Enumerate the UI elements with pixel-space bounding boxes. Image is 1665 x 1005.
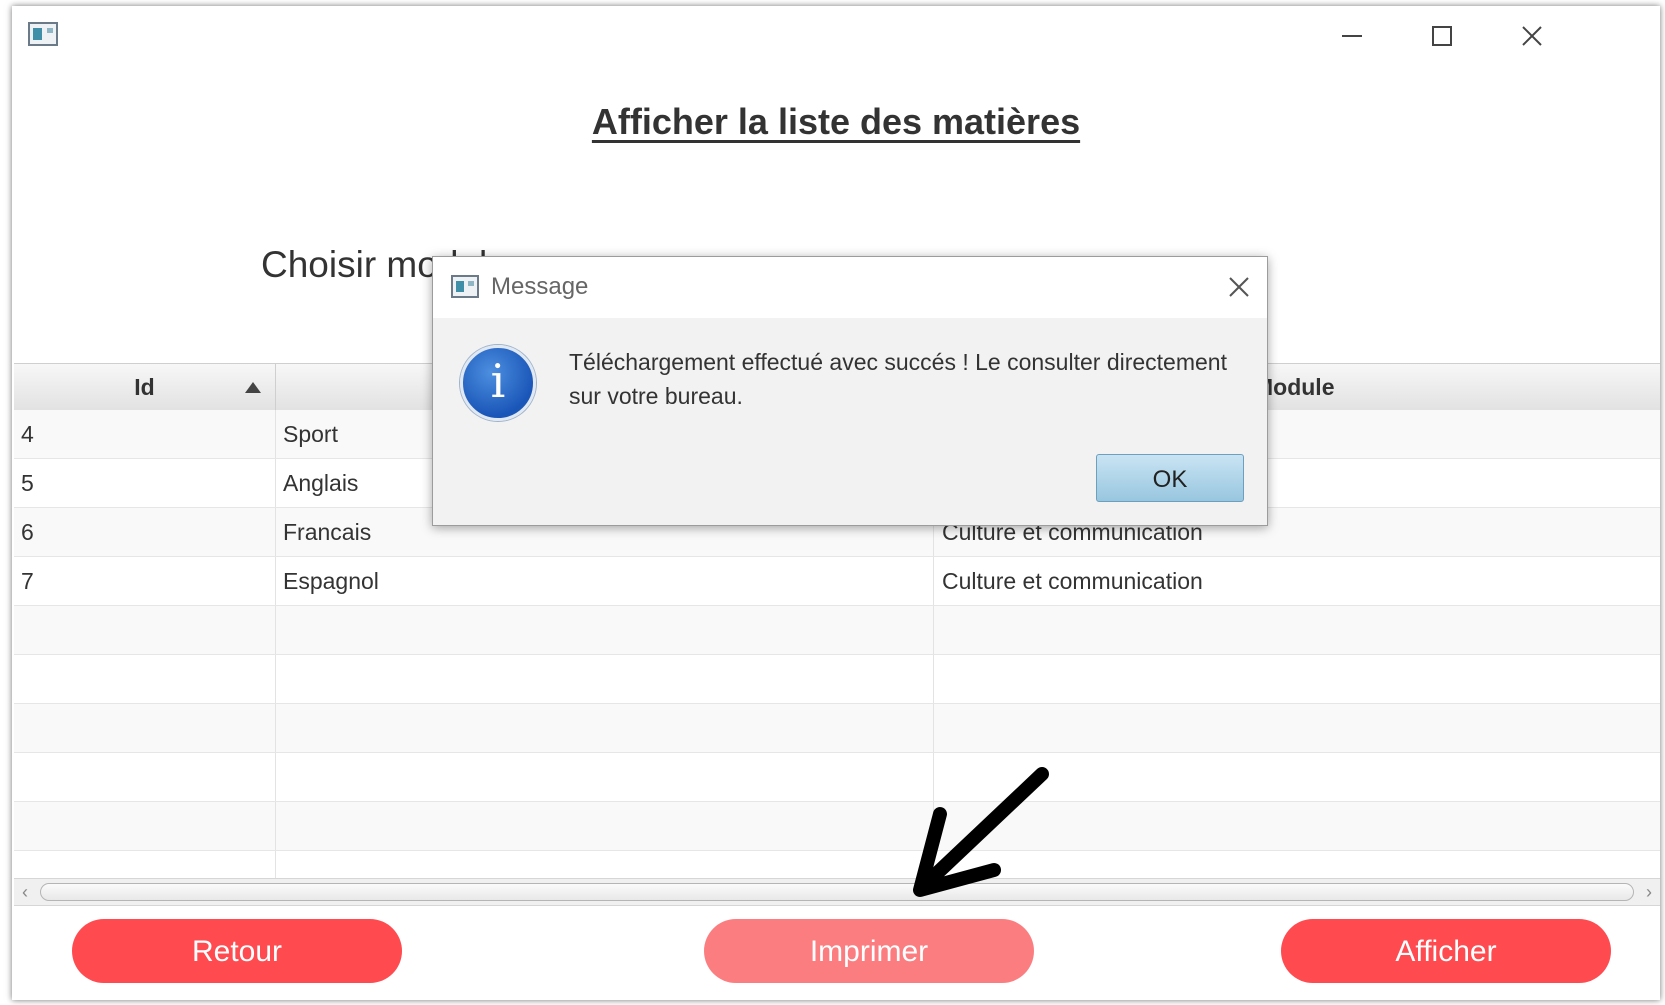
window-titlebar [12, 6, 1660, 62]
table-row [14, 704, 1660, 753]
cell-name: Espagnol [276, 557, 934, 605]
cell-id: 4 [14, 410, 276, 458]
cell-module [934, 655, 1660, 703]
cell-id: 6 [14, 508, 276, 556]
cell-name [276, 802, 934, 850]
sort-ascending-icon [245, 382, 261, 393]
annotation-arrow-icon [913, 767, 1049, 897]
cell-id [14, 802, 276, 850]
minimize-icon [1342, 35, 1362, 37]
table-row [14, 851, 1660, 878]
table-row[interactable]: 7 Espagnol Culture et communication [14, 557, 1660, 606]
cell-module [934, 606, 1660, 654]
page-title: Afficher la liste des matières [591, 101, 1081, 142]
table-row [14, 655, 1660, 704]
scroll-left-icon[interactable]: ‹ [14, 879, 36, 905]
column-header-id[interactable]: Id [14, 364, 276, 410]
maximize-icon [1432, 26, 1452, 46]
dialog-close-button[interactable] [1223, 271, 1255, 303]
info-icon: i [460, 345, 536, 421]
dialog-app-icon [451, 275, 479, 298]
afficher-button[interactable]: Afficher [1281, 919, 1611, 983]
table-row [14, 802, 1660, 851]
maximize-button[interactable] [1422, 16, 1462, 56]
close-window-button[interactable] [1512, 16, 1552, 56]
cell-id [14, 704, 276, 752]
cell-id [14, 655, 276, 703]
cell-id [14, 851, 276, 878]
imprimer-button[interactable]: Imprimer [704, 919, 1034, 983]
retour-button[interactable]: Retour [72, 919, 402, 983]
table-row [14, 606, 1660, 655]
cell-id: 5 [14, 459, 276, 507]
cell-name [276, 704, 934, 752]
cell-name [276, 655, 934, 703]
ok-button[interactable]: OK [1096, 454, 1244, 502]
horizontal-scrollbar[interactable]: ‹ › [14, 878, 1660, 906]
scroll-right-icon[interactable]: › [1638, 879, 1660, 905]
cell-module: Culture et communication [942, 568, 1203, 594]
dialog-titlebar: Message [433, 257, 1267, 318]
close-icon [1522, 26, 1542, 46]
minimize-button[interactable] [1332, 16, 1372, 56]
message-dialog: Message i Téléchargement effectué avec s… [432, 256, 1268, 526]
column-header-label: Id [134, 374, 155, 400]
cell-name [276, 606, 934, 654]
cell-id [14, 606, 276, 654]
dialog-message: Téléchargement effectué avec succés ! Le… [569, 349, 1227, 409]
app-icon [28, 22, 58, 46]
cell-module [934, 704, 1660, 752]
app-window: Afficher la liste des matières Choisir m… [12, 6, 1660, 1000]
close-icon [1229, 277, 1249, 297]
cell-name [276, 753, 934, 801]
dialog-title: Message [491, 273, 589, 300]
table-row [14, 753, 1660, 802]
cell-name [276, 851, 934, 878]
cell-id [14, 753, 276, 801]
cell-id: 7 [14, 557, 276, 605]
scrollbar-thumb[interactable] [40, 883, 1634, 901]
